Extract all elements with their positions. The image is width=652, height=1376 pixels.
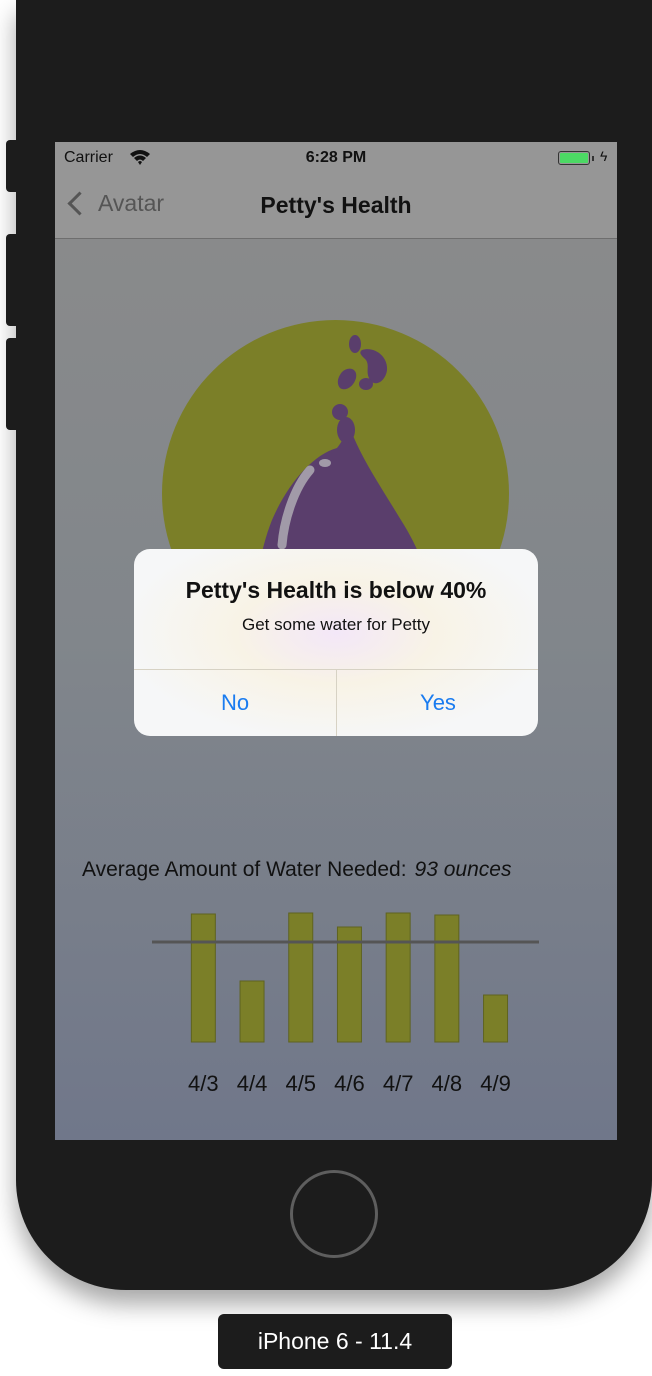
chart-tick-label: 4/5 [285,1071,316,1096]
chart-bar-4/7 [385,912,411,1043]
screen: Carrier 6:28 PM ϟ Avatar Petty's Health [55,142,617,1140]
chart-bar-4/8 [434,914,460,1043]
chart-bar-4/5 [288,912,314,1043]
chart-tick-label: 4/6 [334,1071,365,1096]
volume-down-button [6,338,18,430]
chart-bar-4/4 [239,980,265,1043]
home-button[interactable] [290,1170,378,1258]
chart-tick-label: 4/9 [480,1071,511,1096]
mute-switch [6,140,18,192]
water-bar-chart: 4/3 4/4 4/5 4/6 4/7 4/8 4/9 [152,912,539,1096]
chart-bar-4/9 [483,994,509,1043]
chart-tick-label: 4/3 [188,1071,219,1096]
chart-tick-label: 4/8 [432,1071,463,1096]
device-label: iPhone 6 - 11.4 [218,1314,452,1369]
chart-tick-label: 4/7 [383,1071,414,1096]
chart-tick-label: 4/4 [237,1071,268,1096]
chart-bar-4/6 [336,926,362,1043]
chart-bar-4/3 [190,913,216,1043]
volume-up-button [6,234,18,326]
